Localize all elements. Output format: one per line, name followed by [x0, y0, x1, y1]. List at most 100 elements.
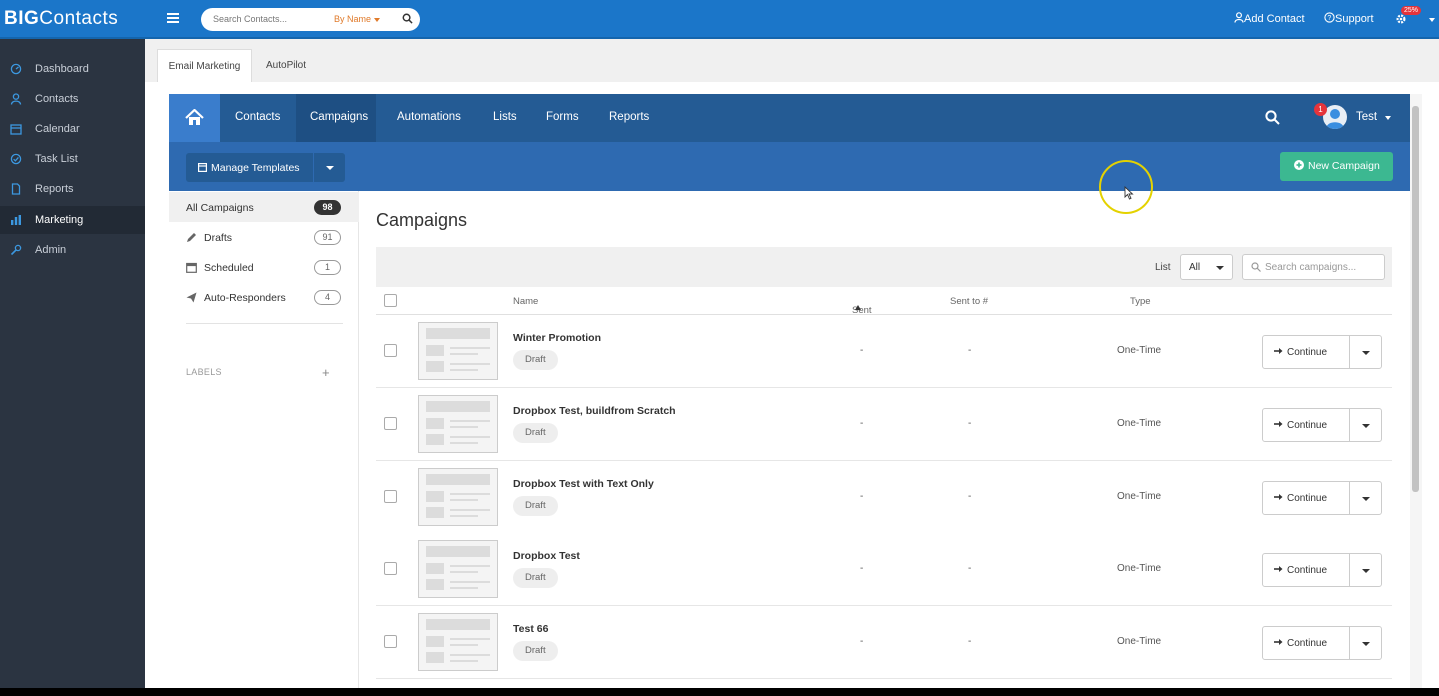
- scrollbar-thumb[interactable]: [1412, 106, 1419, 492]
- sent-to-value: -: [968, 418, 972, 429]
- filter-all-campaigns[interactable]: All Campaigns 98: [169, 192, 359, 222]
- continue-button[interactable]: Continue: [1262, 481, 1350, 515]
- row-actions-dropdown[interactable]: [1349, 626, 1382, 660]
- sidebar-item-label: Reports: [35, 183, 74, 195]
- select-all-checkbox[interactable]: [384, 294, 397, 307]
- campaign-thumbnail[interactable]: [418, 322, 498, 380]
- filter-count: 98: [314, 200, 341, 215]
- continue-label: Continue: [1287, 347, 1328, 358]
- table-row[interactable]: Winter Promotion Draft - - One-Time Continue: [376, 315, 1392, 388]
- column-header-type[interactable]: Type: [1130, 296, 1151, 307]
- user-menu[interactable]: Test: [1356, 111, 1377, 123]
- scrollbar[interactable]: [1410, 94, 1422, 688]
- continue-button[interactable]: Continue: [1262, 408, 1350, 442]
- column-header-sent-to[interactable]: Sent to #: [950, 296, 988, 307]
- list-filter-select[interactable]: All: [1180, 254, 1233, 280]
- row-actions-dropdown[interactable]: [1349, 408, 1382, 442]
- sidebar-item-label: Calendar: [35, 123, 80, 135]
- sidebar-item-calendar[interactable]: Calendar: [0, 115, 145, 143]
- sort-up-icon: [855, 305, 861, 310]
- filter-drafts[interactable]: Drafts 91: [169, 222, 359, 252]
- continue-button[interactable]: Continue: [1262, 335, 1350, 369]
- campaign-search-input[interactable]: Search campaigns...: [1242, 254, 1385, 280]
- table-row[interactable]: Test 66 Draft - - One-Time Continue: [376, 606, 1392, 679]
- add-contact-link[interactable]: Add Contact: [1234, 12, 1305, 25]
- nav-campaigns[interactable]: Campaigns: [310, 111, 368, 123]
- sent-value: -: [860, 418, 864, 429]
- contact-search-input[interactable]: Search Contacts...: [213, 14, 287, 24]
- search-icon[interactable]: [1265, 110, 1280, 125]
- row-checkbox[interactable]: [384, 562, 397, 575]
- nav-lists[interactable]: Lists: [493, 111, 517, 123]
- add-label-icon[interactable]: +: [322, 365, 330, 380]
- filter-label: Auto-Responders: [204, 292, 286, 304]
- campaign-name[interactable]: Winter Promotion: [513, 332, 601, 344]
- nav-reports[interactable]: Reports: [609, 111, 649, 123]
- campaign-name[interactable]: Dropbox Test: [513, 550, 580, 562]
- pencil-icon: [187, 233, 196, 242]
- sidebar-item-contacts[interactable]: Contacts: [0, 85, 145, 113]
- sidebar-item-reports[interactable]: Reports: [0, 175, 145, 203]
- nav-automations[interactable]: Automations: [397, 111, 461, 123]
- campaign-thumbnail[interactable]: [418, 395, 498, 453]
- campaign-name[interactable]: Test 66: [513, 623, 548, 635]
- campaign-thumbnail[interactable]: [418, 468, 498, 526]
- filter-auto-responders[interactable]: Auto-Responders 4: [169, 282, 359, 312]
- sidebar-item-admin[interactable]: Admin: [0, 236, 145, 264]
- table-row[interactable]: Dropbox Test Draft - - One-Time Continue: [376, 533, 1392, 606]
- app-window: BIGContacts Search Contacts... By Name A…: [0, 0, 1439, 688]
- templates-dropdown-button[interactable]: [314, 153, 345, 182]
- table-row[interactable]: Dropbox Test with Text Only Draft - - One-Ti…: [376, 461, 1392, 534]
- table-row[interactable]: Dropbox Test, buildfrom Scratch Draft - - On…: [376, 388, 1392, 461]
- continue-button[interactable]: Continue: [1262, 553, 1350, 587]
- sent-to-value: -: [968, 636, 972, 647]
- row-checkbox[interactable]: [384, 417, 397, 430]
- chevron-down-icon[interactable]: [1429, 18, 1435, 22]
- continue-button[interactable]: Continue: [1262, 626, 1350, 660]
- user-icon: [10, 93, 22, 105]
- campaign-thumbnail[interactable]: [418, 613, 498, 671]
- campaign-name[interactable]: Dropbox Test, buildfrom Scratch: [513, 405, 676, 417]
- row-checkbox[interactable]: [384, 490, 397, 503]
- search-mode-dropdown[interactable]: By Name: [334, 14, 380, 24]
- filter-label: All Campaigns: [186, 202, 254, 214]
- sidebar-item-dashboard[interactable]: Dashboard: [0, 55, 145, 83]
- sidebar-item-label: Marketing: [35, 214, 84, 226]
- row-actions-dropdown[interactable]: [1349, 553, 1382, 587]
- sidebar-item-marketing[interactable]: Marketing: [0, 206, 145, 234]
- paper-plane-icon: [186, 292, 197, 303]
- sidebar-item-task-list[interactable]: Task List: [0, 145, 145, 173]
- campaign-filters: All Campaigns 98 Drafts 91 Scheduled 1 A…: [169, 191, 359, 688]
- type-value: One-Time: [1117, 418, 1162, 429]
- new-campaign-button[interactable]: New Campaign: [1280, 152, 1393, 181]
- type-value: One-Time: [1117, 491, 1162, 502]
- row-checkbox[interactable]: [384, 635, 397, 648]
- row-actions-dropdown[interactable]: [1349, 481, 1382, 515]
- app-logo[interactable]: BIGContacts: [4, 8, 118, 30]
- search-icon[interactable]: [402, 13, 413, 24]
- tab-autopilot[interactable]: AutoPilot: [266, 49, 306, 82]
- chevron-down-icon[interactable]: [1385, 116, 1391, 120]
- search-icon: [1251, 262, 1261, 272]
- menu-toggle-icon[interactable]: [167, 13, 179, 23]
- home-button[interactable]: [169, 94, 220, 142]
- row-actions-dropdown[interactable]: [1349, 335, 1382, 369]
- nav-forms[interactable]: Forms: [546, 111, 579, 123]
- calendar-icon: [186, 262, 197, 273]
- support-link[interactable]: ? Support: [1324, 12, 1374, 25]
- tab-email-marketing[interactable]: Email Marketing: [157, 49, 252, 82]
- manage-templates-button[interactable]: Manage Templates: [186, 153, 313, 182]
- logo-bold: BIG: [4, 8, 40, 29]
- column-header-name[interactable]: Name: [513, 296, 538, 307]
- campaign-thumbnail[interactable]: [418, 540, 498, 598]
- campaign-name[interactable]: Dropbox Test with Text Only: [513, 478, 654, 490]
- contact-search-box[interactable]: Search Contacts... By Name: [201, 8, 420, 31]
- row-checkbox[interactable]: [384, 344, 397, 357]
- new-campaign-label: New Campaign: [1308, 160, 1380, 172]
- dashboard-icon: [10, 63, 22, 75]
- sidebar-item-label: Admin: [35, 244, 67, 256]
- filter-scheduled[interactable]: Scheduled 1: [169, 252, 359, 282]
- nav-contacts[interactable]: Contacts: [235, 111, 280, 123]
- sidebar: Dashboard Contacts Calendar Task List Re…: [0, 39, 145, 688]
- plus-circle-icon: [1294, 160, 1304, 170]
